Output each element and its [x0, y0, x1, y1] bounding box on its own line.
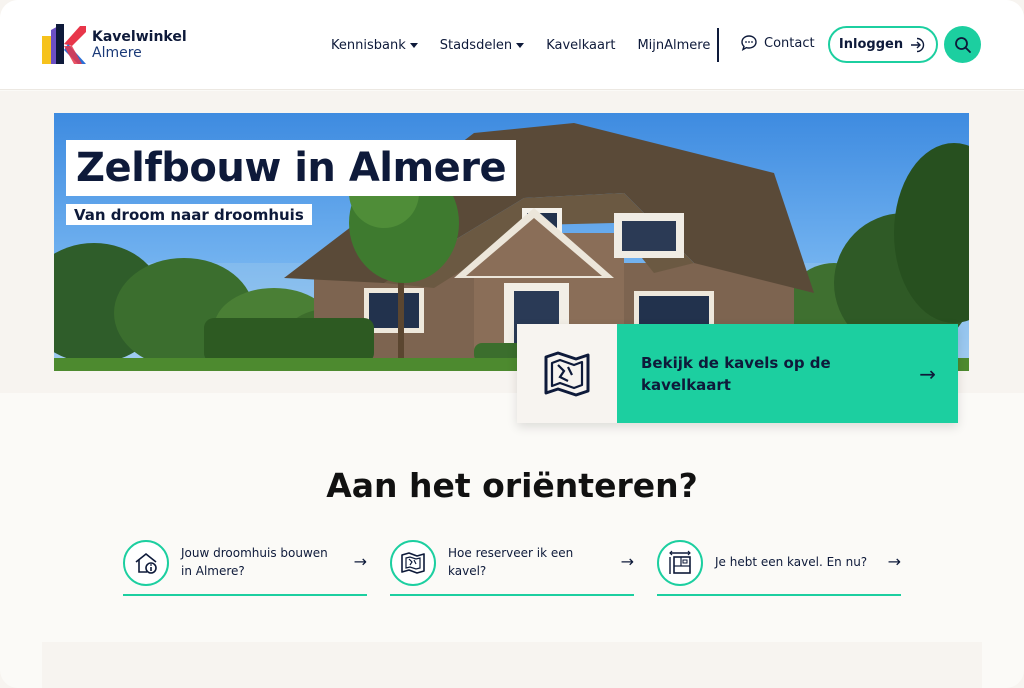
login-button[interactable]: Inloggen: [828, 26, 938, 63]
search-button[interactable]: [944, 26, 981, 63]
blueprint-icon: [657, 540, 703, 586]
cta-body: Bekijk de kavels op de kavelkaart →: [617, 324, 958, 423]
chat-bubble-icon: [740, 34, 758, 52]
map-icon: [390, 540, 436, 586]
contact-link[interactable]: Contact: [740, 34, 815, 52]
hero-title: Zelfbouw in Almere: [76, 145, 507, 191]
caret-down-icon: [516, 42, 525, 48]
nav-item-kavelkaart[interactable]: Kavelkaart: [546, 38, 615, 53]
kavelkaart-cta[interactable]: Bekijk de kavels op de kavelkaart →: [517, 324, 958, 423]
contact-label: Contact: [764, 35, 815, 51]
arrow-right-icon: →: [887, 552, 901, 571]
map-icon: [542, 351, 592, 397]
nav-divider: [717, 28, 719, 62]
caret-down-icon: [409, 42, 418, 48]
arrow-right-icon: →: [353, 552, 367, 571]
logo[interactable]: Kavelwinkel Almere: [42, 22, 202, 68]
logo-sub: Almere: [92, 45, 142, 61]
search-icon: [953, 35, 973, 55]
arrow-right-icon: →: [620, 552, 634, 571]
hero-title-box: Zelfbouw in Almere: [66, 140, 517, 196]
logo-name: Kavelwinkel: [92, 29, 187, 45]
login-label: Inloggen: [838, 37, 904, 52]
cta-icon-box: [517, 324, 617, 423]
hero-subtitle: Van droom naar droomhuis: [74, 205, 304, 224]
card-label: Je hebt een kavel. En nu?: [715, 555, 868, 569]
nav-item-stadsdelen[interactable]: Stadsdelen: [439, 37, 525, 53]
nav-item-label: Kennisbank: [331, 37, 406, 53]
nav-item-label: Kavelkaart: [546, 37, 616, 53]
nav-item-label: MijnAlmere: [637, 37, 711, 53]
hero-subtitle-box: Van droom naar droomhuis: [66, 204, 312, 225]
logo-text: Kavelwinkel Almere: [92, 29, 187, 61]
logo-mark-icon: [42, 22, 88, 68]
bottom-section-band: [42, 642, 982, 688]
card-droomhuis[interactable]: Jouw droomhuis bouwen in Almere? →: [123, 540, 367, 596]
nav-item-kennisbank[interactable]: Kennisbank: [331, 38, 418, 53]
site-header: Kavelwinkel Almere Kennisbank Stadsdelen…: [0, 0, 1024, 90]
orientation-cards: Jouw droomhuis bouwen in Almere? → Hoe r…: [123, 540, 901, 596]
nav-item-label: Stadsdelen: [439, 37, 513, 53]
section-title: Aan het oriënteren?: [326, 466, 698, 505]
cta-label: Bekijk de kavels op de kavelkaart: [641, 353, 831, 394]
main-nav: Kennisbank Stadsdelen Kavelkaart MijnAlm…: [331, 34, 732, 56]
card-label: Hoe reserveer ik een kavel?: [448, 546, 574, 578]
card-kavel-nu[interactable]: Je hebt een kavel. En nu? →: [657, 540, 901, 596]
house-info-icon: [123, 540, 169, 586]
card-label: Jouw droomhuis bouwen in Almere?: [181, 546, 328, 578]
arrow-right-icon: →: [919, 362, 936, 386]
card-reserveren[interactable]: Hoe reserveer ik een kavel? →: [390, 540, 634, 596]
nav-item-mijnalmere[interactable]: MijnAlmere: [637, 38, 710, 53]
page: Kavelwinkel Almere Kennisbank Stadsdelen…: [0, 0, 1024, 688]
login-arrow-icon: [909, 36, 927, 54]
